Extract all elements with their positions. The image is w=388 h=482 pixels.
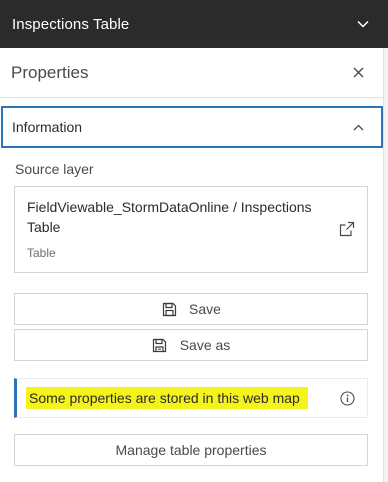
information-section-header[interactable]: Information — [1, 106, 383, 148]
notice-text: Some properties are stored in this web m… — [26, 387, 308, 409]
save-as-label: Save as — [179, 337, 231, 353]
side-divider — [384, 48, 388, 482]
source-layer-name: FieldViewable_StormDataOnline / Inspecti… — [27, 199, 312, 235]
source-layer-label: Source layer — [15, 161, 94, 177]
web-map-notice: Some properties are stored in this web m… — [14, 378, 368, 418]
save-icon — [161, 301, 177, 317]
manage-table-properties-button[interactable]: Manage table properties — [14, 434, 368, 466]
save-as-icon — [152, 337, 168, 353]
external-link-icon[interactable] — [339, 221, 355, 237]
properties-title: Properties — [11, 62, 89, 82]
save-as-button[interactable]: Save as — [14, 329, 368, 361]
layer-title: Inspections Table — [12, 15, 130, 33]
chevron-up-icon[interactable] — [352, 121, 364, 133]
information-title: Information — [12, 119, 83, 135]
properties-panel: Properties Information Source layer Fiel… — [0, 48, 384, 482]
manage-label: Manage table properties — [115, 442, 267, 458]
source-layer-card: FieldViewable_StormDataOnline / Inspecti… — [14, 186, 368, 273]
source-layer-type: Table — [27, 246, 56, 260]
info-icon[interactable] — [339, 390, 355, 406]
close-icon[interactable] — [351, 66, 365, 80]
chevron-down-icon[interactable] — [356, 17, 370, 31]
save-button[interactable]: Save — [14, 293, 368, 325]
layer-header-bar[interactable]: Inspections Table — [0, 0, 388, 48]
properties-header: Properties — [0, 48, 383, 98]
save-label: Save — [189, 301, 221, 317]
